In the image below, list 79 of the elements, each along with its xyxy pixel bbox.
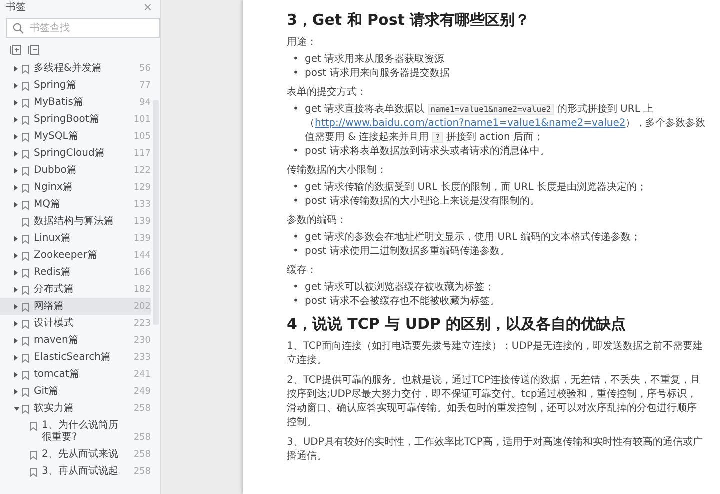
bookmark-item[interactable]: 2、先从面试来说 258	[0, 446, 151, 463]
section-heading: 3，Get 和 Post 请求有哪些区别？	[287, 10, 532, 30]
list-item-text: post 请求传输数据的大小理论上来说是没有限制的。	[305, 195, 541, 209]
bullet-text: •	[293, 145, 300, 159]
paragraph-text: 2、TCP提供可靠的服务。也就是说，通过TCP连接传送的数据，无差错，不丢失，不重复，且按序到达;UDP尽最大努力交付，即不保证可靠交付。tcp通过校验和，重传控制，序号标识，滑动窗口、确认应答实现可靠传输。如丢包时的重发控制，还可以对次序乱掉的分包进行顺序控制。	[287, 374, 702, 430]
bullet-text: •	[293, 181, 300, 195]
expand-arrow-icon[interactable]	[14, 304, 18, 310]
expand-arrow-icon[interactable]	[14, 355, 18, 361]
list-item-text: post 请求使用二进制数据多重编码传递参数。	[305, 245, 511, 259]
expand-arrow-icon[interactable]	[14, 83, 18, 89]
bullet-text: •	[293, 231, 300, 245]
expand-arrow-icon[interactable]	[14, 372, 18, 378]
bullet-text: •	[293, 281, 300, 295]
bookmark-item[interactable]: 多线程&并发篇 56	[0, 60, 151, 77]
bullet-text: •	[293, 195, 300, 209]
bookmark-item[interactable]: 软实力篇 258	[0, 400, 151, 417]
bookmark-item[interactable]: Git篇 249	[0, 383, 151, 400]
expand-arrow-icon[interactable]	[14, 270, 18, 276]
bookmark-item[interactable]: Linux篇 139	[0, 230, 151, 247]
expand-arrow-icon[interactable]	[14, 117, 18, 123]
paragraph-text: 1、TCP面向连接（如打电话要先拨号建立连接）：UDP是无连接的，即发送数据之前不需要建立连接。	[287, 340, 704, 368]
bullet-text: •	[293, 103, 300, 117]
bookmark-item[interactable]: ElasticSearch篇 233	[0, 349, 151, 366]
subheading-text: 传输数据的大小限制：	[287, 164, 388, 178]
bookmark-item[interactable]: tomcat篇 241	[0, 366, 151, 383]
panel-title: 书签	[6, 0, 26, 14]
subheading-text: 参数的编码：	[287, 214, 348, 228]
subheading-text: 用途：	[287, 36, 318, 50]
expand-arrow-icon[interactable]	[14, 321, 18, 327]
bookmark-item[interactable]: Redis篇 166	[0, 264, 151, 281]
collapse-all-icon[interactable]	[28, 44, 40, 56]
bullet-text: •	[293, 53, 300, 67]
expand-arrow-icon[interactable]	[14, 134, 18, 140]
bookmark-item[interactable]: 分布式篇 182	[0, 281, 151, 298]
collapse-arrow-icon[interactable]	[14, 407, 20, 411]
section-heading: 4，说说 TCP 与 UDP 的区别，以及各自的优缺点	[287, 314, 628, 334]
bookmark-item[interactable]: MyBatis篇 94	[0, 94, 151, 111]
expand-arrow-icon[interactable]	[14, 253, 18, 259]
scrollbar-thumb[interactable]	[153, 100, 159, 325]
expand-arrow-icon[interactable]	[14, 168, 18, 174]
bookmark-item[interactable]: 1、为什么说简历很重要? 258	[0, 417, 151, 446]
bullet-text: •	[293, 295, 300, 309]
bookmark-item[interactable]: 设计模式 223	[0, 315, 151, 332]
bookmark-item[interactable]: Zookeeper篇 144	[0, 247, 151, 264]
subheading-text: 表单的提交方式：	[287, 86, 368, 100]
expand-arrow-icon[interactable]	[14, 287, 18, 293]
expand-arrow-icon[interactable]	[14, 100, 18, 106]
bookmark-item[interactable]: MQ篇 133	[0, 196, 151, 213]
list-item-text: post 请求不会被缓存也不能被收藏为标签。	[305, 295, 501, 309]
bookmark-item[interactable]: Spring篇 77	[0, 77, 151, 94]
bookmark-item[interactable]: maven篇 230	[0, 332, 151, 349]
list-item-text: get 请求的参数会在地址栏明文显示，使用 URL 编码的文本格式传递参数；	[305, 231, 642, 245]
bookmark-item[interactable]: Dubbo篇 122	[0, 162, 151, 179]
list-item-text: get 请求用来从服务器获取资源	[305, 53, 446, 67]
paragraph-text: 3、UDP具有较好的实时性，工作效率比TCP高，适用于对高速传输和实时性有较高的通信或广播通信。	[287, 436, 704, 464]
bullet-text: •	[293, 67, 300, 81]
expand-arrow-icon[interactable]	[14, 389, 18, 395]
bookmark-item[interactable]: 网络篇 202	[0, 298, 151, 315]
search-field[interactable]: 书签查找	[6, 18, 160, 38]
bookmark-item[interactable]: MySQL篇 105	[0, 128, 151, 145]
expand-arrow-icon[interactable]	[14, 66, 18, 72]
list-item-text: post 请求用来向服务器提交数据	[305, 67, 451, 81]
expand-arrow-icon[interactable]	[14, 185, 18, 191]
list-item-text: post 请求将表单数据放到请求头或者请求的消息体中。	[305, 145, 551, 159]
expand-arrow-icon[interactable]	[14, 202, 18, 208]
bookmark-item[interactable]: 3、再从面试说起 258	[0, 463, 151, 480]
bookmark-item[interactable]: Nginx篇 129	[0, 179, 151, 196]
expand-all-icon[interactable]	[10, 44, 22, 56]
bookmark-item[interactable]: 数据结构与算法篇 139	[0, 213, 151, 230]
url-link[interactable]: http://www.baidu.com/action?name1=value1&name2=value2	[315, 118, 626, 129]
list-item-text: get 请求传输的数据受到 URL 长度的限制，而 URL 长度是由浏览器决定的；	[305, 181, 648, 195]
bookmark-item[interactable]: SpringCloud篇 117	[0, 145, 151, 162]
expand-arrow-icon[interactable]	[14, 151, 18, 157]
expand-arrow-icon[interactable]	[14, 236, 18, 242]
bookmark-item[interactable]: SpringBoot篇 101	[0, 111, 151, 128]
subheading-text: 缓存：	[287, 264, 318, 278]
expand-arrow-icon[interactable]	[14, 338, 18, 344]
list-item-text: get 请求可以被浏览器缓存被收藏为标签；	[305, 281, 496, 295]
bullet-text: •	[293, 245, 300, 259]
